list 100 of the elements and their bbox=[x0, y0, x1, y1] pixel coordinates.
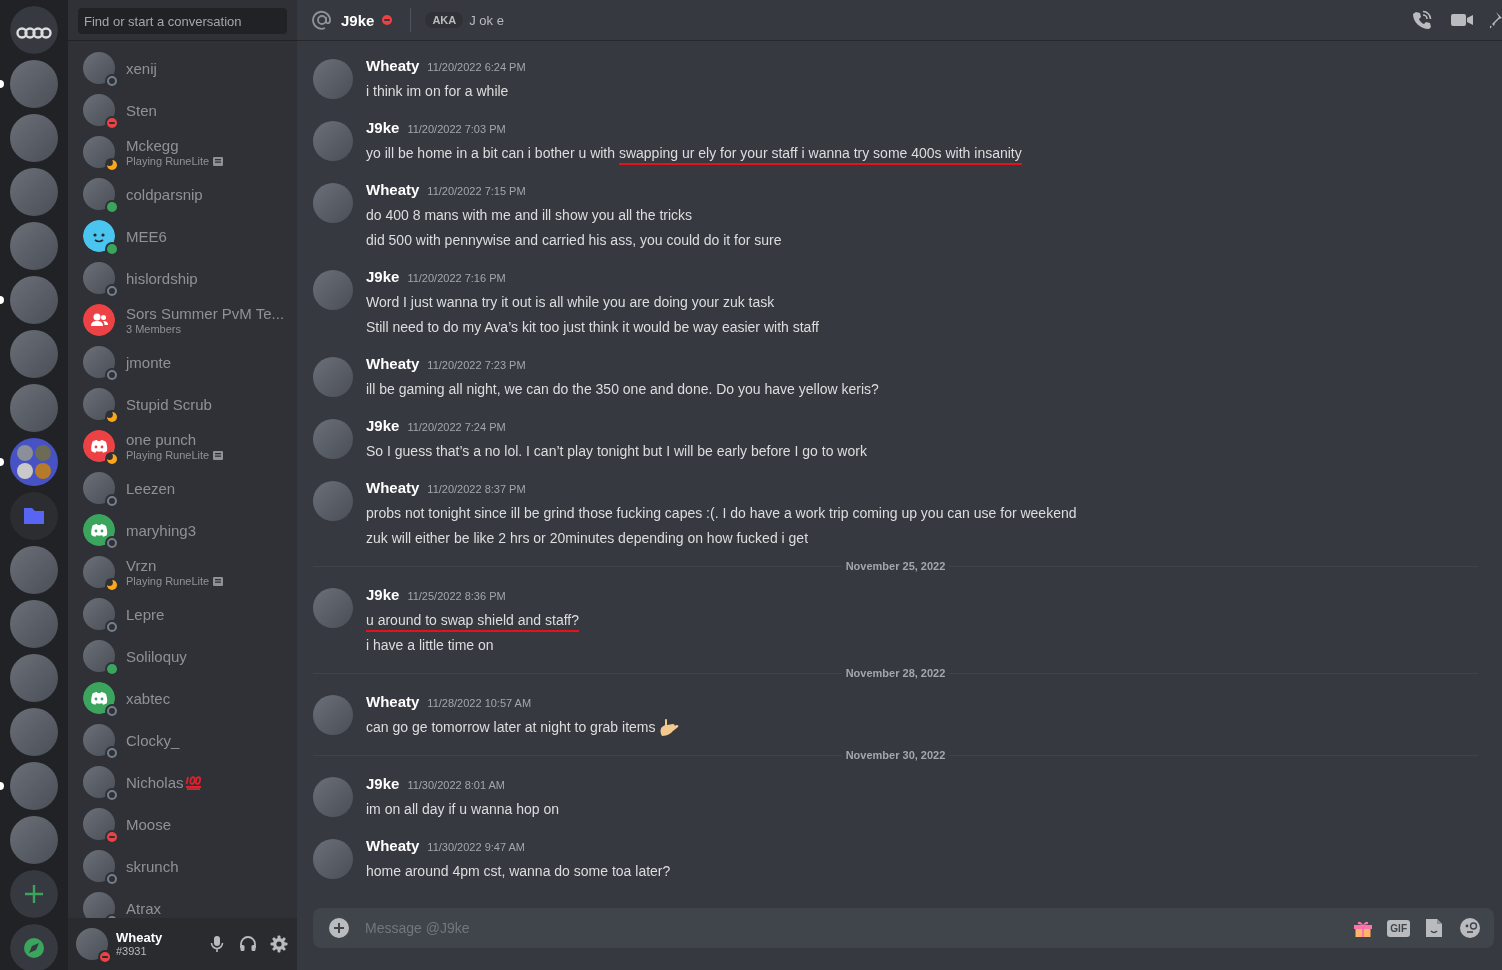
server-icon[interactable] bbox=[10, 168, 58, 216]
add-server-icon[interactable] bbox=[10, 870, 58, 918]
conversation-item[interactable]: Lepre bbox=[76, 593, 289, 635]
activity-text: Playing RuneLite bbox=[126, 575, 210, 588]
folder-icon[interactable] bbox=[10, 492, 58, 540]
username: Moose bbox=[126, 814, 172, 834]
search-field[interactable]: Find or start a conversation bbox=[78, 8, 287, 34]
username: xabtec bbox=[126, 688, 171, 708]
author-name[interactable]: J9ke bbox=[366, 119, 400, 136]
gif-button[interactable]: GIF bbox=[1387, 919, 1410, 937]
conversation-item[interactable]: Clocky_ bbox=[76, 719, 289, 761]
avatar bbox=[313, 695, 353, 735]
message-text: ill be gaming all night, we can do the 350 one and done. Do you have yellow keris? bbox=[366, 380, 879, 397]
activity-text: Playing RuneLite bbox=[126, 155, 210, 168]
conversation-item[interactable]: Nicholas bbox=[76, 761, 289, 803]
username: skrunch bbox=[126, 856, 179, 876]
activity-text: Playing RuneLite bbox=[126, 449, 210, 462]
server-icon[interactable] bbox=[10, 60, 58, 108]
conversation-item[interactable]: hislordship bbox=[76, 257, 289, 299]
author-name[interactable]: Wheaty bbox=[366, 181, 420, 198]
timestamp: 11/20/2022 7:16 PM bbox=[407, 272, 506, 284]
conversation-item[interactable]: Sors Summer PvM Te... 3 Members bbox=[76, 299, 289, 341]
compass-icon[interactable] bbox=[10, 924, 58, 970]
avatar bbox=[313, 183, 353, 223]
conversation-item[interactable]: Moose bbox=[76, 803, 289, 845]
timestamp: 11/20/2022 8:37 PM bbox=[427, 483, 526, 495]
username: Atrax bbox=[126, 898, 161, 918]
server-icon[interactable] bbox=[10, 708, 58, 756]
message-text: can go ge tomorrow later at night to grab items bbox=[366, 718, 656, 735]
username: hislordship bbox=[126, 268, 198, 288]
username: jmonte bbox=[126, 352, 172, 372]
timestamp: 11/20/2022 7:15 PM bbox=[427, 185, 526, 197]
server-icon[interactable] bbox=[10, 816, 58, 864]
avatar bbox=[313, 839, 353, 879]
server-icon[interactable] bbox=[10, 276, 58, 324]
avatar bbox=[76, 928, 108, 960]
pin-icon[interactable] bbox=[1490, 9, 1502, 31]
timestamp: 11/25/2022 8:36 PM bbox=[407, 590, 506, 602]
conversation-item[interactable]: maryhing3 bbox=[76, 509, 289, 551]
emoji-icon[interactable] bbox=[1458, 916, 1482, 940]
author-name[interactable]: Wheaty bbox=[366, 57, 420, 74]
avatar bbox=[313, 777, 353, 817]
conversation-item[interactable]: coldparsnip bbox=[76, 173, 289, 215]
message-text: So I guess that’s a no lol. I can’t play tonight but I will be early before I go to work bbox=[366, 442, 867, 459]
avatar bbox=[313, 121, 353, 161]
author-name[interactable]: Wheaty bbox=[366, 693, 420, 710]
server-icon[interactable] bbox=[10, 654, 58, 702]
author-name[interactable]: J9ke bbox=[366, 775, 400, 792]
phone-call-icon[interactable] bbox=[1410, 9, 1434, 31]
avatar bbox=[313, 588, 353, 628]
message-text: i have a little time on bbox=[366, 636, 494, 653]
author-name[interactable]: Wheaty bbox=[366, 837, 420, 854]
username: Lepre bbox=[126, 604, 165, 624]
conversation-item[interactable]: xabtec bbox=[76, 677, 289, 719]
username: one punch bbox=[126, 430, 197, 449]
author-name[interactable]: J9ke bbox=[366, 586, 400, 603]
message-text: Word I just wanna try it out is all while you are doing your zuk task bbox=[366, 293, 775, 310]
server-icon[interactable] bbox=[10, 384, 58, 432]
message-text: Still need to do my Ava’s kit too just think it would be way easier with staff bbox=[366, 318, 819, 335]
author-name[interactable]: Wheaty bbox=[366, 355, 420, 372]
conversation-item[interactable]: xenij bbox=[76, 47, 289, 89]
add-attachment-icon[interactable] bbox=[327, 916, 351, 940]
username: Stupid Scrub bbox=[126, 394, 212, 414]
user-tag: #3931 bbox=[116, 945, 207, 958]
username: xenij bbox=[126, 58, 157, 78]
server-folder-icon[interactable] bbox=[10, 438, 58, 486]
conversation-item[interactable]: Stupid Scrub bbox=[76, 383, 289, 425]
username: Mckegg bbox=[126, 136, 179, 155]
server-icon[interactable] bbox=[10, 762, 58, 810]
conversation-item[interactable]: Sten bbox=[76, 89, 289, 131]
server-icon[interactable] bbox=[10, 114, 58, 162]
home-icon[interactable] bbox=[10, 6, 58, 54]
conversation-item[interactable]: Mckegg Playing RuneLite bbox=[76, 131, 289, 173]
username: Nicholas bbox=[126, 772, 184, 792]
avatar bbox=[313, 357, 353, 397]
conversation-item[interactable]: one punch Playing RuneLite bbox=[76, 425, 289, 467]
avatar bbox=[313, 419, 353, 459]
avatar bbox=[313, 270, 353, 310]
author-name[interactable]: J9ke bbox=[366, 417, 400, 434]
conversation-item[interactable]: Leezen bbox=[76, 467, 289, 509]
conversation-item[interactable]: skrunch bbox=[76, 845, 289, 887]
author-name[interactable]: J9ke bbox=[366, 268, 400, 285]
server-icon[interactable] bbox=[10, 222, 58, 270]
conversation-item[interactable]: Vrzn Playing RuneLite bbox=[76, 551, 289, 593]
username: Sten bbox=[126, 100, 157, 120]
timestamp: 11/20/2022 7:24 PM bbox=[407, 421, 506, 433]
conversation-item[interactable]: MEE6 bbox=[76, 215, 289, 257]
date-divider: November 28, 2022 bbox=[844, 667, 947, 679]
headphones-icon[interactable] bbox=[238, 934, 258, 954]
server-icon[interactable] bbox=[10, 600, 58, 648]
conversation-item[interactable]: Soliloquy bbox=[76, 635, 289, 677]
username: Vrzn bbox=[126, 556, 157, 575]
author-name[interactable]: Wheaty bbox=[366, 479, 420, 496]
timestamp: 11/20/2022 7:23 PM bbox=[427, 359, 526, 371]
conversation-item[interactable]: jmonte bbox=[76, 341, 289, 383]
server-icon[interactable] bbox=[10, 330, 58, 378]
timestamp: 11/20/2022 6:24 PM bbox=[427, 61, 526, 73]
username: Wheaty bbox=[116, 930, 164, 945]
message-text: do 400 8 mans with me and ill show you all the tricks bbox=[366, 206, 693, 223]
server-icon[interactable] bbox=[10, 546, 58, 594]
